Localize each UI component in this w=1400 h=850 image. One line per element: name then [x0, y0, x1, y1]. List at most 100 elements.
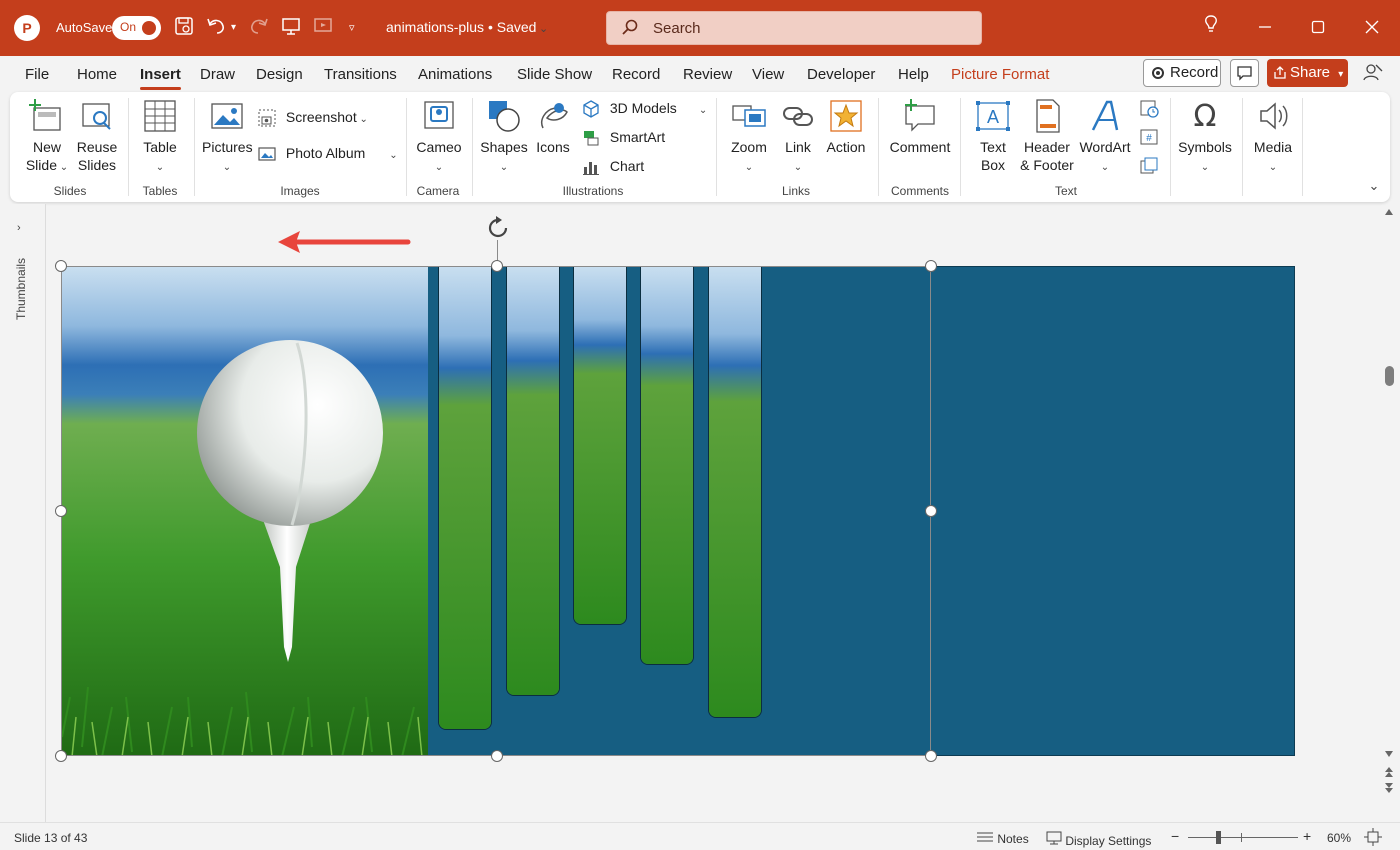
customize-qat-icon[interactable]: ▿ [349, 16, 355, 40]
picture-strip[interactable] [438, 267, 492, 730]
powerpoint-logo-icon[interactable]: P [14, 15, 40, 41]
tab-home[interactable]: Home [77, 66, 117, 83]
media-button[interactable]: Media ⌄ [1248, 98, 1298, 177]
icons-label: Icons [536, 139, 570, 155]
zoom-label: Zoom [731, 139, 767, 155]
comments-button[interactable] [1230, 59, 1259, 87]
picture-strip[interactable] [708, 267, 762, 718]
link-icon [783, 107, 813, 126]
expand-thumbnails-icon[interactable]: › [17, 222, 21, 234]
zoom-button[interactable]: Zoom ⌄ [726, 98, 772, 177]
undo-icon[interactable] [205, 16, 227, 40]
redo-icon[interactable] [248, 16, 270, 40]
tab-picture-format[interactable]: Picture Format [951, 66, 1049, 83]
tab-design[interactable]: Design [256, 66, 303, 83]
thumbnails-label[interactable]: Thumbnails [14, 258, 28, 320]
picture-strip[interactable] [573, 267, 627, 625]
scroll-down-icon[interactable] [1384, 750, 1394, 758]
slide-canvas[interactable] [61, 266, 1295, 756]
picture-strip[interactable] [506, 267, 560, 696]
tab-review[interactable]: Review [683, 66, 732, 83]
next-slide-icon[interactable] [1384, 782, 1394, 794]
reuse-slides-button[interactable]: Reuse Slides [74, 98, 120, 174]
tab-draw[interactable]: Draw [200, 66, 235, 83]
symbols-button[interactable]: Ω Symbols ⌄ [1176, 98, 1234, 177]
resize-handle-top[interactable] [491, 260, 503, 272]
photo-album-button[interactable]: Photo Album ⌄ [258, 142, 398, 164]
resize-handle-top-left[interactable] [55, 260, 67, 272]
tab-animations[interactable]: Animations [418, 66, 492, 83]
resize-handle-left[interactable] [55, 505, 67, 517]
zoom-out-button[interactable]: − [1171, 828, 1179, 844]
minimize-icon[interactable] [1250, 14, 1280, 42]
smartart-button[interactable]: SmartArt [582, 126, 665, 148]
search-box[interactable]: Search [606, 11, 982, 45]
chart-button[interactable]: Chart [582, 155, 644, 177]
wordart-button[interactable]: WordArt ⌄ [1078, 98, 1132, 177]
slideshow-icon[interactable] [313, 16, 333, 40]
scroll-up-icon[interactable] [1384, 208, 1394, 216]
collapse-ribbon-button[interactable]: ⌄ [1366, 176, 1382, 195]
object-button[interactable] [1138, 156, 1160, 180]
comment-button[interactable]: Comment [886, 98, 954, 156]
tab-record[interactable]: Record [612, 66, 660, 83]
record-button[interactable]: Record [1143, 59, 1221, 87]
rotate-handle-icon[interactable] [484, 214, 512, 242]
date-time-button[interactable] [1138, 98, 1160, 122]
previous-slide-icon[interactable] [1384, 766, 1394, 778]
notes-button[interactable]: Notes [976, 831, 1029, 846]
slide-number-button[interactable]: # [1138, 127, 1160, 151]
scrollbar-thumb[interactable] [1385, 366, 1394, 386]
resize-handle-bottom-left[interactable] [55, 750, 67, 762]
header-footer-button[interactable]: Header & Footer [1016, 98, 1078, 174]
picture-strip[interactable] [640, 267, 694, 665]
tab-help[interactable]: Help [898, 66, 929, 83]
shapes-button[interactable]: Shapes ⌄ [480, 98, 528, 177]
cameo-button[interactable]: Cameo ⌄ [414, 98, 464, 177]
pictures-button[interactable]: Pictures ⌄ [202, 98, 253, 177]
tab-view[interactable]: View [752, 66, 784, 83]
close-icon[interactable] [1357, 14, 1387, 42]
new-slide-button[interactable]: New Slide ⌄ [24, 98, 70, 177]
share-button[interactable]: Share ▾ [1267, 59, 1348, 87]
tab-transitions[interactable]: Transitions [324, 66, 397, 83]
zoom-slider-knob[interactable] [1216, 831, 1221, 844]
fit-slide-button[interactable] [1364, 828, 1382, 849]
text-box-button[interactable]: A Text Box [970, 98, 1016, 174]
table-button[interactable]: Table ⌄ [138, 98, 182, 177]
maximize-icon[interactable] [1303, 14, 1333, 42]
tab-file[interactable]: File [25, 66, 49, 83]
share-icon [1274, 66, 1286, 79]
3d-models-button[interactable]: 3D Models ⌄ [582, 97, 707, 119]
display-settings-button[interactable]: Display Settings [1046, 831, 1151, 848]
icons-button[interactable]: Icons [532, 98, 574, 156]
document-title[interactable]: animations-plus • Saved [386, 19, 536, 35]
coauthor-icon[interactable] [1362, 62, 1386, 84]
resize-handle-bottom-right[interactable] [925, 750, 937, 762]
lightbulb-icon[interactable] [1196, 14, 1226, 42]
slide-counter[interactable]: Slide 13 of 43 [14, 831, 87, 845]
record-icon [1152, 67, 1164, 79]
zoom-in-button[interactable]: + [1303, 828, 1311, 844]
zoom-slider[interactable] [1188, 831, 1298, 844]
vertical-scrollbar[interactable] [1380, 204, 1400, 822]
autosave-toggle[interactable]: On [112, 16, 161, 40]
tab-slide-show[interactable]: Slide Show [517, 66, 592, 83]
present-icon[interactable] [281, 16, 301, 40]
save-icon[interactable] [174, 16, 194, 40]
title-dropdown-icon[interactable]: ⌄ [539, 17, 548, 41]
zoom-slider-tick [1241, 833, 1242, 842]
tab-developer[interactable]: Developer [807, 66, 875, 83]
group-divider [194, 98, 195, 196]
action-button[interactable]: Action [822, 98, 870, 156]
undo-dropdown-icon[interactable]: ▾ [231, 16, 236, 40]
link-button[interactable]: Link ⌄ [776, 98, 820, 177]
golf-ball-picture[interactable] [62, 267, 428, 755]
tab-insert[interactable]: Insert [140, 66, 181, 90]
resize-handle-right[interactable] [925, 505, 937, 517]
screenshot-button[interactable]: Screenshot ⌄ [258, 106, 368, 128]
zoom-level[interactable]: 60% [1327, 831, 1351, 845]
resize-handle-bottom[interactable] [491, 750, 503, 762]
shapes-label: Shapes [480, 139, 528, 155]
resize-handle-top-right[interactable] [925, 260, 937, 272]
